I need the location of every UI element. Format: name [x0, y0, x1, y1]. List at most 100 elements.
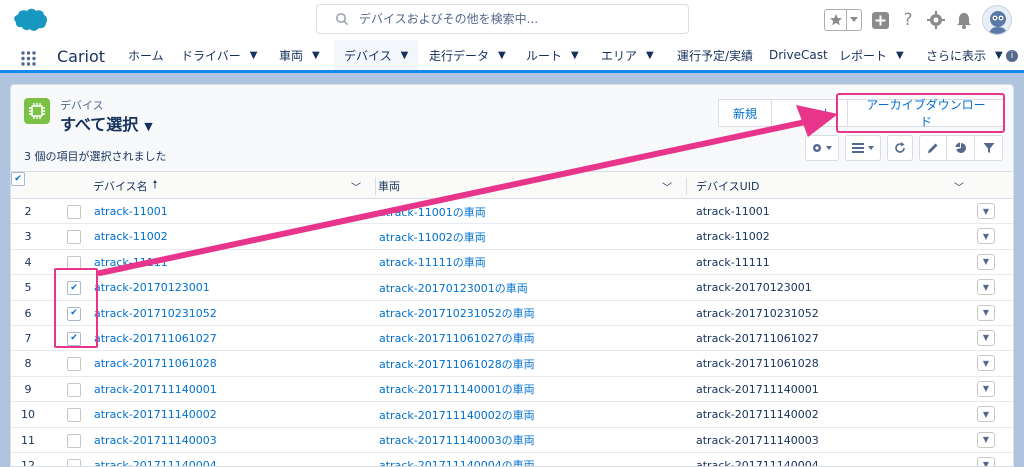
- avatar[interactable]: [982, 5, 1012, 35]
- vehicle-link[interactable]: atrack-201710231052の車両: [379, 301, 535, 326]
- search-input[interactable]: [359, 10, 679, 28]
- table-row[interactable]: 12 atrack-201711140004 atrack-201711140004…: [11, 452, 1013, 466]
- tab-drive-data[interactable]: 走行データ ▼: [429, 40, 506, 70]
- global-search[interactable]: [316, 4, 689, 34]
- device-name-link[interactable]: atrack-11002: [94, 224, 168, 249]
- row-checkbox[interactable]: [67, 230, 81, 245]
- row-actions-chevron-icon[interactable]: ▼: [977, 380, 995, 397]
- new-button[interactable]: 新規: [718, 99, 773, 127]
- device-name-link[interactable]: atrack-201711061028: [94, 351, 217, 376]
- tab-drivers[interactable]: ドライバー ▼: [181, 40, 257, 70]
- tab-reports[interactable]: レポート ▼: [839, 40, 904, 70]
- table-row[interactable]: 7 atrack-201711061027 atrack-201711061027の…: [11, 325, 1013, 352]
- add-icon[interactable]: [870, 10, 890, 30]
- list-view-selector[interactable]: すべて選択 ▼: [60, 111, 153, 135]
- vehicle-link[interactable]: atrack-20170123001の車両: [379, 275, 528, 300]
- device-name-link[interactable]: atrack-201711140004: [94, 453, 217, 466]
- column-header-device-name[interactable]: デバイス名 🠕 ﹀: [93, 172, 371, 199]
- vehicle-link[interactable]: atrack-201711140004の車両: [379, 453, 535, 466]
- vehicle-link[interactable]: atrack-11002の車両: [379, 224, 486, 249]
- row-checkbox[interactable]: [67, 458, 81, 466]
- table-row[interactable]: 10 atrack-201711140002 atrack-201711140002…: [11, 402, 1013, 428]
- tab-home[interactable]: ホーム: [128, 40, 164, 70]
- row-actions-chevron-icon[interactable]: ▼: [977, 329, 995, 346]
- row-actions-chevron-icon[interactable]: ▼: [977, 355, 995, 372]
- chevron-down-icon[interactable]: ﹀: [954, 179, 964, 194]
- row-actions-chevron-icon[interactable]: ▼: [977, 228, 995, 245]
- device-name-link[interactable]: atrack-201711140003: [94, 428, 217, 453]
- device-name-link[interactable]: atrack-20170123001: [94, 275, 210, 300]
- tab-drivecast[interactable]: DriveCast: [769, 40, 828, 70]
- vehicle-link[interactable]: atrack-201711140001の車両: [379, 377, 535, 402]
- chevron-down-icon[interactable]: ▼: [312, 50, 320, 61]
- table-row[interactable]: 4 atrack-11111 atrack-11111の車両 atrack-11111…: [11, 249, 1013, 276]
- edit-icon[interactable]: [919, 135, 947, 161]
- row-checkbox[interactable]: [67, 433, 81, 448]
- chevron-down-icon[interactable]: ▼: [995, 50, 1003, 61]
- chevron-down-icon[interactable]: ﹀: [351, 179, 361, 194]
- salesforce-logo[interactable]: [12, 7, 48, 32]
- vehicle-link[interactable]: atrack-201711140002の車両: [379, 402, 535, 427]
- vehicle-link[interactable]: atrack-11001の車両: [379, 199, 486, 224]
- device-name-link[interactable]: atrack-201710231052: [94, 301, 217, 326]
- help-icon[interactable]: ?: [898, 10, 918, 30]
- table-row[interactable]: 8 atrack-201711061028 atrack-201711061028の…: [11, 351, 1013, 377]
- chevron-down-icon[interactable]: ▼: [498, 50, 506, 61]
- row-checkbox[interactable]: [67, 382, 81, 397]
- row-checkbox[interactable]: [67, 357, 81, 372]
- chevron-down-icon[interactable]: ▼: [571, 50, 579, 61]
- vehicle-link[interactable]: atrack-11111の車両: [379, 250, 486, 275]
- row-actions-chevron-icon[interactable]: ▼: [977, 431, 995, 448]
- table-row[interactable]: 5 atrack-20170123001 atrack-20170123001の車両…: [11, 275, 1013, 301]
- device-name-link[interactable]: atrack-11111: [94, 250, 168, 275]
- gear-icon[interactable]: [926, 10, 946, 30]
- row-actions-chevron-icon[interactable]: ▼: [977, 253, 995, 270]
- chevron-down-icon[interactable]: ﹀: [662, 179, 672, 194]
- tab-label: デバイス: [344, 48, 392, 63]
- device-name-link[interactable]: atrack-201711140002: [94, 402, 217, 427]
- display-as-table-button[interactable]: [845, 135, 881, 161]
- row-checkbox[interactable]: [67, 205, 81, 219]
- table-row[interactable]: 3 atrack-11002 atrack-11002の車両 atrack-11002…: [11, 224, 1013, 250]
- device-name-link[interactable]: atrack-201711061027: [94, 326, 217, 351]
- row-actions-chevron-icon[interactable]: ▼: [977, 279, 995, 296]
- tab-devices[interactable]: デバイス ▼: [334, 40, 419, 73]
- device-name-link[interactable]: atrack-11001: [94, 199, 168, 224]
- tab-vehicles[interactable]: 車両 ▼: [279, 40, 320, 70]
- device-name-link[interactable]: atrack-201711140001: [94, 377, 217, 402]
- table-row[interactable]: 11 atrack-201711140003 atrack-201711140003…: [11, 427, 1013, 453]
- column-header-vehicle[interactable]: 車両 ﹀: [378, 172, 682, 199]
- row-actions-chevron-icon[interactable]: ▼: [977, 456, 995, 466]
- list-view-name: すべて選択: [60, 115, 139, 134]
- select-all-checkbox[interactable]: [11, 172, 25, 186]
- vehicle-link[interactable]: atrack-201711061028の車両: [379, 351, 535, 376]
- table-row[interactable]: 2 atrack-11001 atrack-11001の車両 atrack-11001…: [11, 199, 1013, 225]
- refresh-icon[interactable]: [887, 135, 913, 161]
- chevron-down-icon[interactable]: ▼: [250, 50, 258, 61]
- chevron-down-icon[interactable]: ▼: [401, 50, 409, 61]
- bell-icon[interactable]: [954, 10, 974, 30]
- favorites-button[interactable]: [824, 9, 862, 31]
- settings-menu-button[interactable]: [805, 135, 839, 161]
- row-actions-chevron-icon[interactable]: ▼: [977, 406, 995, 423]
- vehicle-link[interactable]: atrack-201711140003の車両: [379, 428, 535, 453]
- chevron-down-icon[interactable]: ▼: [896, 50, 904, 61]
- tab-schedule[interactable]: 運行予定/実績: [677, 40, 753, 70]
- row-checkbox[interactable]: [67, 408, 81, 423]
- row-actions-chevron-icon[interactable]: ▼: [977, 203, 995, 219]
- chevron-down-icon[interactable]: ▼: [144, 120, 152, 133]
- column-header-device-uid[interactable]: デバイスUID ﹀: [696, 172, 974, 199]
- row-actions-chevron-icon[interactable]: ▼: [977, 304, 995, 321]
- table-row[interactable]: 6 atrack-201710231052 atrack-201710231052の…: [11, 300, 1013, 326]
- tab-more[interactable]: さらに表示 ▼: [926, 40, 1003, 70]
- app-launcher-icon[interactable]: [21, 51, 36, 66]
- tab-routes[interactable]: ルート ▼: [526, 40, 579, 70]
- table-row[interactable]: 9 atrack-201711140001 atrack-201711140001の…: [11, 376, 1013, 403]
- filter-icon[interactable]: [975, 135, 1003, 161]
- info-icon[interactable]: i: [1006, 50, 1018, 62]
- annotation-checkbox-box: [54, 268, 98, 348]
- chevron-down-icon[interactable]: ▼: [646, 50, 654, 61]
- vehicle-link[interactable]: atrack-201711061027の車両: [379, 326, 535, 351]
- tab-areas[interactable]: エリア ▼: [601, 40, 654, 70]
- chart-icon[interactable]: [947, 135, 975, 161]
